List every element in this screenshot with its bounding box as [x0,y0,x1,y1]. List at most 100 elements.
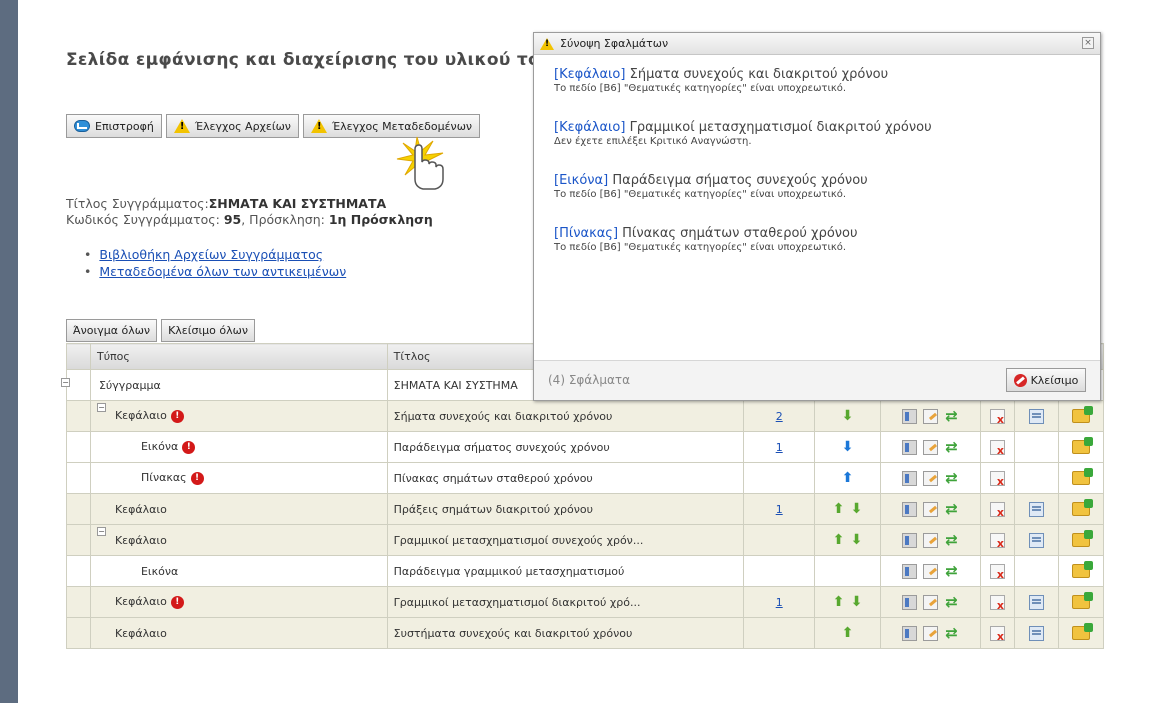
add-folder-icon[interactable] [1071,437,1093,454]
delete-cell [979,493,1015,525]
move-down-icon[interactable]: ⬇ [841,439,855,455]
refresh-icon[interactable]: ⇄ [944,563,959,579]
move-up-icon[interactable]: ⬆ [841,470,855,486]
move-up-icon[interactable]: ⬆ [832,532,846,548]
check-files-button-label: Έλεγχος Αρχείων [194,119,291,133]
edit-icon[interactable] [923,470,939,486]
actions-cell: ⇄ [880,431,981,463]
delete-icon[interactable] [989,439,1005,457]
error-item: [Εικόνα] Παράδειγμα σήματος συνεχούς χρό… [554,173,1080,200]
header-type: Τύπος [89,343,388,370]
move-down-icon[interactable]: ⬇ [850,594,864,610]
file-library-link[interactable]: Βιβλιοθήκη Αρχείων Συγγράμματος [99,247,323,262]
document-icon[interactable] [902,625,918,641]
type-cell: Εικόνα [89,555,388,587]
refresh-icon[interactable]: ⇄ [944,439,959,455]
delete-icon[interactable] [989,470,1005,488]
count-cell [743,617,816,649]
edit-icon[interactable] [923,625,939,641]
dialog-close-icon[interactable]: × [1082,37,1094,49]
document-icon[interactable] [902,532,918,548]
count-link[interactable]: 2 [776,410,783,423]
add-folder-icon[interactable] [1071,623,1093,640]
row-type: Σύγγραμμα [98,378,161,392]
document-icon[interactable] [902,408,918,424]
move-down-icon[interactable]: ⬇ [841,408,855,424]
table-row: Κεφάλαιο Συστήματα συνεχούς και διακριτο… [66,617,1105,649]
refresh-icon[interactable]: ⇄ [944,408,959,424]
add-folder-icon[interactable] [1071,592,1093,609]
check-files-button[interactable]: Έλεγχος Αρχείων [165,114,299,138]
add-cell [1057,617,1105,649]
add-folder-icon[interactable] [1071,499,1093,516]
metadata-icon[interactable] [1028,408,1044,424]
refresh-icon[interactable]: ⇄ [944,594,959,610]
collapse-toggle[interactable]: − [61,378,70,387]
count-link[interactable]: 1 [776,503,783,516]
delete-icon[interactable] [989,408,1005,426]
collapse-toggle[interactable]: − [96,527,106,536]
error-title: [Κεφάλαιο] Σήματα συνεχούς και διακριτού… [554,67,1080,82]
list-item: Βιβλιοθήκη Αρχείων Συγγράμματος [84,246,346,263]
document-icon[interactable] [902,501,918,517]
count-cell [743,524,816,556]
row-title: Παράδειγμα γραμμικού μετασχηματισμού [393,564,625,578]
row-title: Σήματα συνεχούς και διακριτού χρόνου [393,409,613,423]
edit-icon[interactable] [923,439,939,455]
edit-icon[interactable] [923,532,939,548]
move-up-icon[interactable]: ⬆ [832,501,846,517]
refresh-icon[interactable]: ⇄ [944,625,959,641]
metadata-icon[interactable] [1028,594,1044,610]
document-icon[interactable] [902,439,918,455]
delete-cell [979,617,1015,649]
refresh-icon[interactable]: ⇄ [944,470,959,486]
metadata-icon[interactable] [1028,532,1044,548]
delete-icon[interactable] [989,501,1005,519]
metadata-icon[interactable] [1028,625,1044,641]
warning-icon [310,119,327,133]
collapse-toggle[interactable]: − [96,403,106,412]
move-down-icon[interactable]: ⬇ [850,501,864,517]
add-folder-icon[interactable] [1071,561,1093,578]
count-link[interactable]: 1 [776,441,783,454]
refresh-icon[interactable]: ⇄ [944,501,959,517]
document-icon[interactable] [902,563,918,579]
add-folder-icon[interactable] [1071,406,1093,423]
close-all-button[interactable]: Κλείσιμο όλων [161,319,255,342]
add-folder-icon[interactable] [1071,530,1093,547]
delete-icon[interactable] [989,563,1005,581]
error-name: Παράδειγμα σήματος συνεχούς χρόνου [612,173,868,188]
move-up-icon[interactable]: ⬆ [841,625,855,641]
row-type: Κεφάλαιο [114,626,167,640]
move-up-icon[interactable]: ⬆ [832,594,846,610]
cell [66,462,91,494]
error-name: Γραμμικοί μετασχηματισμοί διακριτού χρόν… [629,120,932,135]
return-button[interactable]: Επιστροφή [66,114,162,138]
move-cell: ⬆ [814,462,882,494]
delete-icon[interactable] [989,625,1005,643]
edit-icon[interactable] [923,563,939,579]
move-down-icon[interactable]: ⬇ [850,532,864,548]
metadata-cell [1013,400,1059,432]
type-cell: Κεφάλαιο [89,493,388,525]
open-all-button[interactable]: Άνοιγμα όλων [66,319,158,342]
move-cell [814,555,882,587]
metadata-cell [1013,524,1059,556]
delete-icon[interactable] [989,532,1005,550]
edit-icon[interactable] [923,408,939,424]
close-button[interactable]: Κλείσιμο [1006,368,1086,392]
count-link[interactable]: 1 [776,596,783,609]
metadata-icon[interactable] [1028,501,1044,517]
row-title: Παράδειγμα σήματος συνεχούς χρόνου [393,440,610,454]
delete-icon[interactable] [989,594,1005,612]
dialog-title-bar[interactable]: Σύνοψη Σφαλμάτων [534,33,1100,55]
metadata-link[interactable]: Μεταδεδομένα όλων των αντικειμένων [99,264,346,279]
close-button-label: Κλείσιμο [1030,373,1079,387]
document-icon[interactable] [902,470,918,486]
refresh-icon[interactable]: ⇄ [944,532,959,548]
edit-icon[interactable] [923,501,939,517]
edit-icon[interactable] [923,594,939,610]
document-icon[interactable] [902,594,918,610]
title-cell: Σήματα συνεχούς και διακριτού χρόνου [386,400,745,432]
add-folder-icon[interactable] [1071,468,1093,485]
